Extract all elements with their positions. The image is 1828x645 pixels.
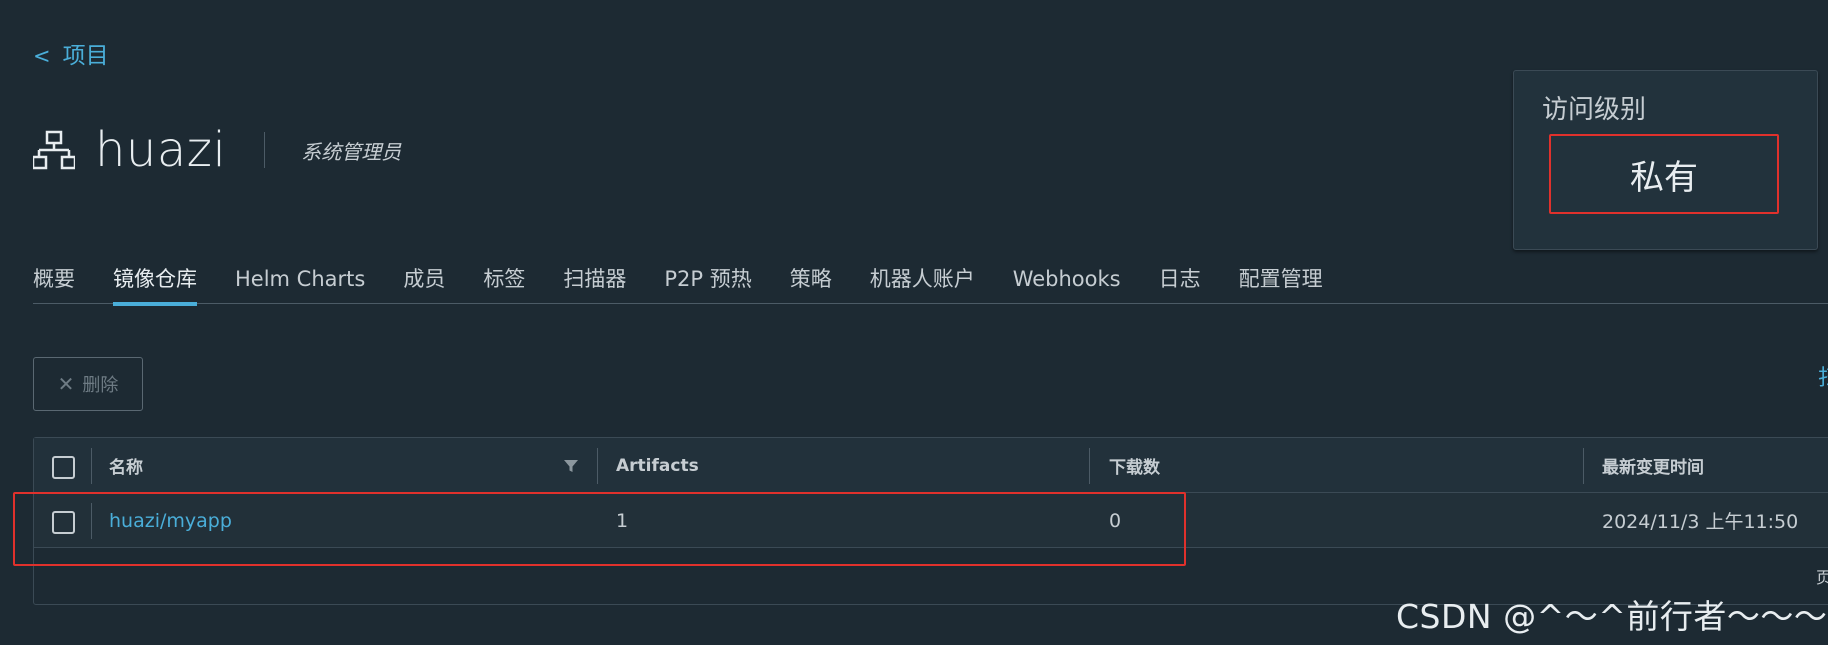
push-command-link[interactable]: 扫 [1818, 360, 1828, 392]
tab-policy[interactable]: 策略 [790, 262, 832, 304]
tab-helm-charts[interactable]: Helm Charts [235, 262, 365, 304]
tab-configuration[interactable]: 配置管理 [1239, 262, 1323, 304]
artifacts-count: 1 [616, 509, 629, 532]
column-separator [1583, 448, 1584, 484]
close-icon: ✕ [57, 372, 75, 396]
column-header-name[interactable]: 名称 [109, 438, 143, 493]
delete-button[interactable]: ✕ 删除 [33, 357, 143, 411]
column-separator [1089, 448, 1090, 484]
back-link-label: 项目 [62, 43, 109, 69]
project-name: huazi [95, 122, 227, 178]
tab-members[interactable]: 成员 [403, 262, 445, 304]
tab-p2p-preheat[interactable]: P2P 预热 [664, 262, 751, 304]
pagination-label: 页 [1815, 568, 1828, 587]
tab-summary[interactable]: 概要 [33, 262, 75, 304]
access-level-label: 访问级别 [1542, 95, 1647, 125]
column-header-artifacts[interactable]: Artifacts [616, 438, 699, 493]
tab-labels[interactable]: 标签 [483, 262, 525, 304]
tab-logs[interactable]: 日志 [1159, 262, 1201, 304]
tab-webhooks[interactable]: Webhooks [1013, 262, 1121, 304]
repository-name[interactable]: huazi/myapp [109, 510, 232, 532]
back-to-projects-link[interactable]: < 项目 [33, 36, 109, 70]
chevron-left-icon: < [33, 44, 51, 68]
watermark: CSDN @^～^前行者～～～ [1396, 597, 1828, 636]
project-role: 系统管理员 [301, 139, 402, 164]
repository-name-link[interactable]: huazi/myapp [109, 493, 232, 548]
column-header-last-modified[interactable]: 最新变更时间 [1602, 438, 1704, 493]
project-tabs: 概要 镜像仓库 Helm Charts 成员 标签 扫描器 P2P 预热 策略 … [33, 262, 1828, 306]
filter-icon[interactable] [562, 457, 580, 475]
column-header-downloads[interactable]: 下载数 [1109, 438, 1160, 493]
repository-page: < 项目 huazi 系统管理员 访问级别 私有 概要 镜像仓库 Helm Cha… [0, 0, 1828, 645]
access-level-value: 私有 [1549, 134, 1779, 214]
access-level-card: 访问级别 私有 [1513, 70, 1818, 250]
last-modified-time: 2024/11/3 上午11:50 [1602, 511, 1799, 533]
tab-robot-accounts[interactable]: 机器人账户 [870, 262, 975, 304]
tab-repositories[interactable]: 镜像仓库 [113, 262, 197, 306]
title-divider [264, 132, 266, 168]
repository-table: 名称 Artifacts 下载数 最新变更时间 huazi/myapp 1 0 … [33, 437, 1828, 605]
table-header: 名称 Artifacts 下载数 最新变更时间 [34, 438, 1828, 493]
column-separator [91, 503, 92, 539]
column-separator [597, 448, 598, 484]
select-all-checkbox[interactable] [52, 456, 75, 479]
downloads-count: 0 [1109, 509, 1122, 532]
table-row: huazi/myapp 1 0 2024/11/3 上午11:50 [34, 493, 1828, 548]
row-checkbox[interactable] [52, 511, 75, 534]
column-separator [91, 448, 92, 484]
tab-scanner[interactable]: 扫描器 [563, 262, 626, 304]
project-header: huazi 系统管理员 [33, 120, 401, 180]
project-tree-icon [33, 130, 75, 170]
delete-button-label: 删除 [82, 375, 119, 396]
